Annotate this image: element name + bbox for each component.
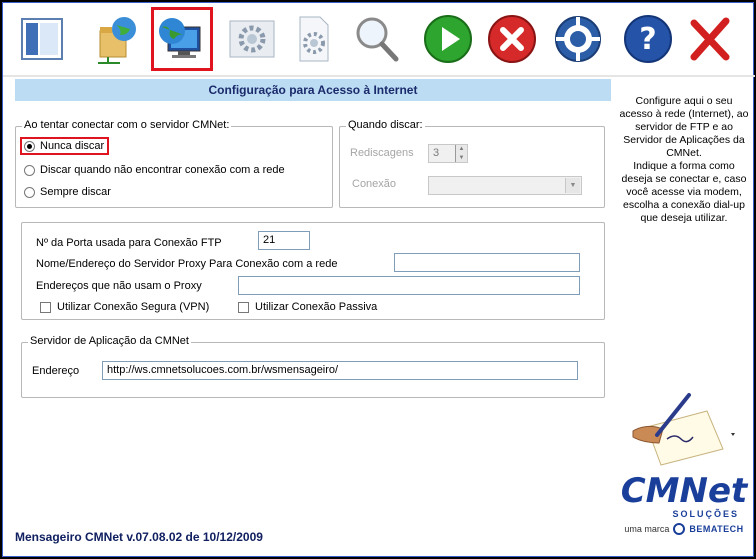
radio-always-dial-button[interactable]	[24, 186, 35, 198]
redial-value: 3	[433, 147, 440, 159]
secure-connection-checkbox[interactable]	[40, 301, 51, 313]
connection-label: Conexão	[352, 178, 397, 190]
secure-connection-option[interactable]: Utilizar Conexão Segura (VPN)	[40, 301, 209, 313]
network-folder-icon[interactable]	[87, 7, 149, 71]
redial-stepper[interactable]: 3 ▲ ▼	[428, 144, 468, 163]
radio-dial-when-no-network[interactable]: Discar quando não encontrar conexão com …	[24, 164, 285, 176]
connect-options-group: Ao tentar conectar com o servidor CMNet:…	[15, 119, 333, 208]
radio-dial-when-no-network-button[interactable]	[24, 164, 35, 176]
help-text: Configure aqui o seu acesso à rede (Inte…	[619, 95, 749, 224]
passive-connection-checkbox[interactable]	[238, 301, 249, 313]
ftp-port-label: Nº da Porta usada para Conexão FTP	[36, 237, 222, 249]
window-icon[interactable]	[11, 7, 73, 71]
proxy-server-field[interactable]	[394, 253, 580, 272]
internet-globe-icon[interactable]	[151, 7, 213, 71]
play-icon[interactable]	[417, 7, 479, 71]
spin-down-icon[interactable]: ▼	[456, 154, 467, 163]
signature-illustration-icon[interactable]	[627, 387, 737, 467]
radio-never-dial-label: Nunca discar	[40, 140, 105, 152]
bematech-icon	[673, 523, 686, 535]
close-icon[interactable]	[679, 7, 741, 71]
secure-connection-label: Utilizar Conexão Segura (VPN)	[57, 301, 210, 313]
magnifier-icon[interactable]	[345, 7, 407, 71]
dial-options-group: Quando discar: Rediscagens 3 ▲ ▼ Conexão…	[339, 119, 605, 208]
main-window: ? Configuração para Acesso à Internet Ao…	[2, 2, 755, 557]
logo-tagline-brand: Bematech	[689, 524, 744, 534]
version-status: Mensageiro CMNet v.07.08.02 de 10/12/200…	[15, 530, 263, 544]
address-field[interactable]: http://ws.cmnetsolucoes.com.br/wsmensage…	[102, 361, 578, 380]
toolbar: ?	[3, 3, 753, 75]
radio-dial-when-no-network-label: Discar quando não encontrar conexão com …	[40, 164, 285, 176]
document-gear-icon[interactable]	[283, 7, 345, 71]
ftp-proxy-group: Nº da Porta usada para Conexão FTP 21 No…	[21, 222, 605, 320]
redial-label: Rediscagens	[350, 147, 414, 159]
spin-up-icon[interactable]: ▲	[456, 145, 467, 154]
ftp-port-value: 21	[263, 234, 276, 246]
radio-always-dial-label: Sempre discar	[40, 186, 111, 198]
proxy-server-label: Nome/Endereço do Servidor Proxy Para Con…	[36, 258, 338, 270]
logo-tagline: uma marca Bematech	[619, 523, 749, 535]
logo-tagline-prefix: uma marca	[624, 524, 670, 534]
connect-group-label: Ao tentar conectar com o servidor CMNet:	[22, 119, 232, 131]
address-label: Endereço	[32, 365, 80, 377]
chevron-down-icon[interactable]: ▼	[565, 178, 580, 193]
no-proxy-label: Endereços que não usam o Proxy	[36, 280, 202, 292]
redial-spin-buttons[interactable]: ▲ ▼	[455, 145, 467, 162]
connection-dropdown[interactable]: ▼	[428, 176, 582, 195]
radio-never-dial-button[interactable]	[24, 140, 35, 152]
svg-text:?: ?	[639, 22, 656, 57]
cancel-icon[interactable]	[481, 7, 543, 71]
app-server-group: Servidor de Aplicação da CMNet Endereço …	[21, 335, 605, 398]
no-proxy-field[interactable]	[238, 276, 580, 295]
radio-always-dial[interactable]: Sempre discar	[24, 186, 111, 198]
cmnet-logo: CMNet SOLUÇÕES uma marca Bematech	[619, 473, 749, 535]
page-title: Configuração para Acesso à Internet	[15, 79, 611, 101]
dial-group-label: Quando discar:	[346, 119, 425, 131]
lifebuoy-icon[interactable]	[547, 7, 609, 71]
passive-connection-label: Utilizar Conexão Passiva	[255, 301, 378, 313]
toolbar-separator	[3, 75, 755, 77]
gear-icon[interactable]	[221, 7, 283, 71]
address-value: http://ws.cmnetsolucoes.com.br/wsmensage…	[107, 364, 339, 376]
logo-brand: CMNet	[620, 471, 748, 511]
passive-connection-option[interactable]: Utilizar Conexão Passiva	[238, 301, 377, 313]
ftp-port-field[interactable]: 21	[258, 231, 310, 250]
app-server-group-label: Servidor de Aplicação da CMNet	[28, 335, 191, 347]
help-icon[interactable]: ?	[617, 7, 679, 71]
radio-never-dial[interactable]: Nunca discar	[20, 137, 110, 155]
